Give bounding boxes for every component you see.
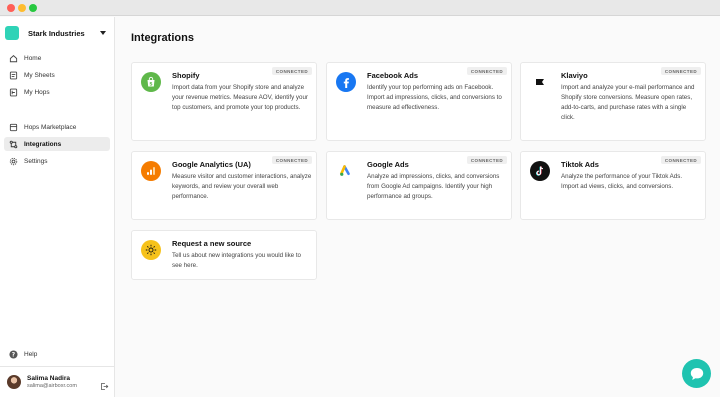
card-description: Analyze the performance of your Tiktok A…: [561, 173, 683, 190]
card-description: Measure visitor and customer interaction…: [172, 173, 312, 200]
user-name: Salima Nadira: [27, 375, 70, 382]
avatar: [7, 375, 21, 389]
org-logo: [5, 26, 19, 40]
hops-icon: [9, 88, 18, 97]
tiktok-icon: [530, 161, 550, 181]
google-ads-icon: [336, 161, 356, 181]
user-email: salima@airboxr.com: [27, 383, 77, 389]
status-badge: CONNECTED: [660, 67, 701, 75]
sheet-icon: [9, 71, 18, 80]
card-title: Google Ads: [367, 160, 409, 169]
status-badge: CONNECTED: [271, 67, 312, 75]
card-description: Tell us about new integrations you would…: [172, 252, 301, 269]
facebook-icon: [336, 72, 356, 92]
card-title: Google Analytics (UA): [172, 160, 251, 169]
home-icon: [9, 54, 18, 63]
card-title: Shopify: [172, 71, 200, 80]
sidebar-item-label: Integrations: [24, 140, 62, 148]
org-switcher[interactable]: Stark Industries: [5, 25, 110, 41]
card-description: Analyze ad impressions, clicks, and conv…: [367, 173, 500, 200]
card-description: Identify your top performing ads on Face…: [367, 84, 502, 111]
help-icon: ?: [9, 349, 18, 359]
sidebar-item-label: Home: [24, 54, 42, 62]
sidebar-item-label: Help: [24, 350, 38, 358]
sidebar-item-label: Hops Marketplace: [24, 123, 77, 131]
logout-icon[interactable]: [100, 378, 109, 390]
sidebar-item-label: My Hops: [24, 88, 50, 96]
request-new-source-card[interactable]: Request a new source Tell us about new i…: [131, 230, 317, 280]
status-badge: CONNECTED: [466, 67, 507, 75]
svg-text:S: S: [149, 81, 152, 87]
marketplace-icon: [9, 123, 18, 132]
sidebar-item-label: My Sheets: [24, 71, 55, 79]
sidebar-item-my-sheets[interactable]: My Sheets: [4, 68, 110, 82]
maximize-window-button[interactable]: [29, 4, 37, 12]
card-title: Request a new source: [172, 239, 252, 248]
minimize-window-button[interactable]: [18, 4, 26, 12]
card-title: Tiktok Ads: [561, 160, 599, 169]
integration-card-facebook-ads[interactable]: Facebook Ads CONNECTED Identify your top…: [326, 62, 512, 141]
close-window-button[interactable]: [7, 4, 15, 12]
sidebar-item-label: Settings: [24, 157, 48, 165]
sun-icon: [141, 240, 161, 260]
gear-icon: [9, 157, 18, 166]
card-title: Facebook Ads: [367, 71, 418, 80]
page-title: Integrations: [131, 32, 194, 44]
card-title: Klaviyo: [561, 71, 588, 80]
caret-down-icon: [100, 31, 106, 35]
integration-card-klaviyo[interactable]: Klaviyo CONNECTED Import and analyze you…: [520, 62, 706, 141]
sidebar-item-integrations[interactable]: Integrations: [4, 137, 110, 151]
integration-card-google-analytics[interactable]: Google Analytics (UA) CONNECTED Measure …: [131, 151, 317, 220]
integration-card-shopify[interactable]: S Shopify CONNECTED Import data from you…: [131, 62, 317, 141]
integration-card-tiktok-ads[interactable]: Tiktok Ads CONNECTED Analyze the perform…: [520, 151, 706, 220]
status-badge: CONNECTED: [466, 156, 507, 164]
shopify-icon: S: [141, 72, 161, 92]
sidebar-item-hops-marketplace[interactable]: Hops Marketplace: [4, 120, 110, 134]
klaviyo-icon: [530, 72, 550, 92]
card-description: Import data from your Shopify store and …: [172, 84, 308, 111]
sidebar-item-my-hops[interactable]: My Hops: [4, 85, 110, 99]
integration-card-google-ads[interactable]: Google Ads CONNECTED Analyze ad impressi…: [326, 151, 512, 220]
user-profile: Salima Nadira salima@airboxr.com: [0, 366, 115, 397]
sidebar-item-settings[interactable]: Settings: [4, 154, 110, 168]
org-name: Stark Industries: [28, 28, 85, 38]
chat-icon: [690, 367, 703, 380]
sidebar: Stark Industries Home My Sheets My Hops …: [0, 17, 115, 397]
main-content: Integrations S Shopify CONNECTED Import …: [116, 17, 720, 397]
integrations-icon: [9, 140, 18, 149]
chat-button[interactable]: [682, 359, 711, 388]
sidebar-item-help[interactable]: ? Help: [4, 347, 110, 361]
google-analytics-icon: [141, 161, 161, 181]
window-titlebar: [0, 0, 720, 16]
status-badge: CONNECTED: [271, 156, 312, 164]
card-description: Import and analyze your e-mail performan…: [561, 84, 695, 121]
status-badge: CONNECTED: [660, 156, 701, 164]
sidebar-item-home[interactable]: Home: [4, 51, 110, 65]
